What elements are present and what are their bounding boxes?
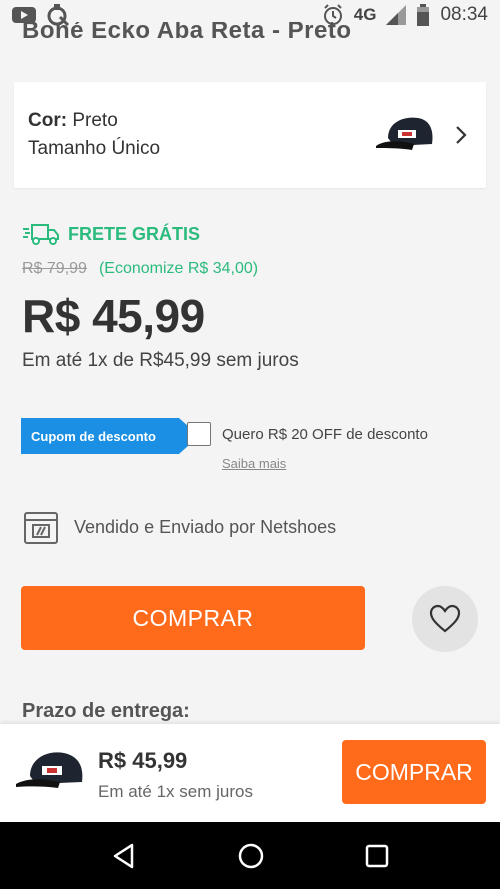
coupon-row: Cupom de desconto Quero R$ 20 OFF de des… — [21, 418, 481, 478]
product-title: Boné Ecko Aba Reta - Preto — [22, 22, 352, 44]
seller-info: Vendido e Enviado por Netshoes — [22, 508, 336, 546]
free-shipping: FRETE GRÁTIS — [22, 220, 482, 248]
installments: Em até 1x de R$45,99 sem juros — [22, 350, 299, 371]
sticky-installments: Em até 1x sem juros — [98, 782, 253, 801]
heart-icon — [429, 604, 461, 633]
cap-thumbnail-small — [16, 752, 83, 788]
buy-button[interactable]: COMPRAR — [21, 586, 365, 650]
sticky-purchase-bar: R$ 45,99 Em até 1x sem juros COMPRAR — [0, 724, 500, 822]
seller-text: Vendido e Enviado por Netshoes — [74, 516, 337, 537]
color-value: Preto — [72, 110, 118, 131]
sticky-price: R$ 45,99 — [98, 748, 188, 773]
free-shipping-label: FRETE GRÁTIS — [68, 223, 201, 244]
coupon-checkbox[interactable] — [187, 422, 211, 446]
old-price-line: R$ 79,99 (Economize R$ 34,00) — [22, 260, 482, 278]
favorite-button[interactable] — [412, 586, 478, 652]
clock: 08:34 — [440, 4, 488, 25]
current-price: R$ 45,99 — [22, 290, 205, 342]
battery-icon — [417, 4, 430, 26]
store-box-icon — [24, 512, 58, 544]
coupon-checkbox-label[interactable]: Quero R$ 20 OFF de desconto — [222, 426, 428, 443]
price-block: FRETE GRÁTIS R$ 79,99 (Economize R$ 34,0… — [22, 220, 482, 372]
sticky-buy-button[interactable]: COMPRAR — [342, 740, 486, 804]
variant-info: Cor: Preto Tamanho Único — [28, 107, 374, 163]
home-icon[interactable] — [237, 842, 265, 870]
recents-icon[interactable] — [364, 843, 390, 869]
coupon-tag: Cupom de desconto — [21, 418, 199, 454]
back-icon[interactable] — [110, 842, 138, 870]
network-type: 4G — [353, 5, 377, 24]
truck-icon — [23, 224, 59, 245]
saiba-mais-link[interactable]: Saiba mais — [222, 456, 286, 471]
savings: (Economize R$ 34,00) — [98, 260, 259, 277]
old-price: R$ 79,99 — [22, 260, 87, 277]
size-value: Tamanho Único — [28, 138, 161, 159]
chevron-right-icon — [456, 126, 467, 144]
variant-selector[interactable]: Cor: Preto Tamanho Único — [14, 82, 486, 188]
delivery-heading: Prazo de entrega: — [22, 700, 190, 722]
signal-icon — [386, 5, 407, 25]
cap-thumbnail — [376, 117, 433, 150]
color-label: Cor: — [28, 110, 68, 131]
system-nav-bar — [0, 822, 500, 889]
